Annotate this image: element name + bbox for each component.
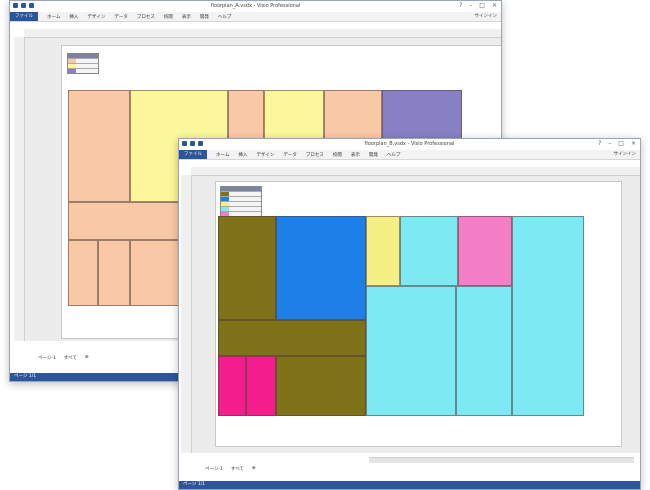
- tab-file[interactable]: ファイル: [179, 150, 207, 159]
- add-page-icon[interactable]: ⊕: [85, 355, 89, 361]
- minimize-icon[interactable]: –: [608, 140, 611, 147]
- room-peach-corridor[interactable]: [68, 202, 180, 240]
- room-olive[interactable]: [276, 356, 366, 416]
- legend-row: [221, 191, 261, 196]
- tab-help[interactable]: ヘルプ: [387, 152, 401, 158]
- horizontal-ruler: [24, 29, 501, 38]
- sign-in-link[interactable]: サインイン: [475, 13, 498, 19]
- page-tabs: ページ-1 すべて ⊕: [205, 466, 256, 472]
- minimize-icon[interactable]: –: [469, 2, 472, 9]
- room-peach[interactable]: [98, 240, 130, 306]
- legend-row: [68, 68, 98, 73]
- ribbon-tabs: ファイル ホーム 挿入 デザイン データ プロセス 校閲 表示 開発 ヘルプ サ…: [179, 150, 640, 160]
- room-magenta[interactable]: [218, 356, 246, 416]
- ribbon-tabs: ファイル ホーム 挿入 デザイン データ プロセス 校閲 表示 開発 ヘルプ サ…: [10, 12, 501, 22]
- maximize-icon[interactable]: □: [479, 2, 485, 9]
- room-peach[interactable]: [130, 240, 180, 306]
- tab-review[interactable]: 校閲: [164, 14, 173, 20]
- front-window: floorplan_B.vsdx - Visio Professional ? …: [178, 138, 641, 490]
- window-title: floorplan_A.vsdx - Visio Professional: [210, 3, 301, 9]
- room-cyan[interactable]: [400, 216, 458, 286]
- close-icon[interactable]: ×: [492, 2, 497, 9]
- room-olive[interactable]: [218, 216, 276, 320]
- window-controls: ? – □ ×: [598, 140, 636, 147]
- tab-help[interactable]: ヘルプ: [218, 14, 232, 20]
- add-page-icon[interactable]: ⊕: [252, 466, 256, 472]
- legend-row: [221, 206, 261, 211]
- room-blue[interactable]: [276, 216, 366, 320]
- tab-page-1[interactable]: ページ-1: [38, 355, 56, 361]
- tab-data[interactable]: データ: [114, 14, 128, 20]
- legend-row: [68, 58, 98, 63]
- tab-insert[interactable]: 挿入: [69, 14, 78, 20]
- tab-design[interactable]: デザイン: [256, 152, 274, 158]
- window-title: floorplan_B.vsdx - Visio Professional: [364, 141, 455, 147]
- tab-home[interactable]: ホーム: [216, 152, 229, 158]
- legend: [67, 53, 99, 74]
- tab-process[interactable]: プロセス: [306, 152, 324, 158]
- room-magenta[interactable]: [246, 356, 276, 416]
- title-bar: floorplan_B.vsdx - Visio Professional ? …: [179, 139, 640, 150]
- tab-insert[interactable]: 挿入: [238, 152, 247, 158]
- window-controls: ? – □ ×: [459, 2, 497, 9]
- tab-design[interactable]: デザイン: [87, 14, 105, 20]
- drawing-page: [215, 181, 622, 447]
- maximize-icon[interactable]: □: [618, 140, 624, 147]
- tab-data[interactable]: データ: [283, 152, 297, 158]
- vertical-ruler: [181, 175, 192, 453]
- tab-all-pages[interactable]: すべて: [64, 355, 77, 361]
- room-peach[interactable]: [68, 240, 98, 306]
- tab-developer[interactable]: 開発: [369, 152, 378, 158]
- room-lightyellow[interactable]: [366, 216, 400, 286]
- tab-home[interactable]: ホーム: [47, 14, 60, 20]
- vertical-ruler: [14, 37, 25, 341]
- help-icon[interactable]: ?: [598, 140, 601, 147]
- room-pink[interactable]: [458, 216, 512, 286]
- tab-all-pages[interactable]: すべて: [231, 466, 244, 472]
- tab-page-1[interactable]: ページ-1: [205, 466, 223, 472]
- help-icon[interactable]: ?: [459, 2, 462, 9]
- status-text: ページ 1/1: [14, 374, 37, 379]
- status-text: ページ 1/1: [183, 482, 206, 487]
- room-cyan[interactable]: [456, 286, 512, 416]
- tab-view[interactable]: 表示: [182, 14, 191, 20]
- tab-process[interactable]: プロセス: [137, 14, 155, 20]
- tab-view[interactable]: 表示: [351, 152, 360, 158]
- tab-review[interactable]: 校閲: [333, 152, 342, 158]
- room-cyan[interactable]: [512, 216, 584, 416]
- title-bar: floorplan_A.vsdx - Visio Professional ? …: [10, 1, 501, 12]
- tab-developer[interactable]: 開発: [200, 14, 209, 20]
- legend-row: [221, 196, 261, 201]
- horizontal-ruler: [191, 167, 640, 176]
- drawing-canvas[interactable]: [192, 176, 640, 453]
- page-tabs: ページ-1 すべて ⊕: [38, 355, 89, 361]
- legend-row: [68, 63, 98, 68]
- room-olive-corridor[interactable]: [218, 320, 366, 356]
- horizontal-scrollbar[interactable]: [369, 457, 634, 463]
- tab-file[interactable]: ファイル: [10, 12, 38, 21]
- close-icon[interactable]: ×: [631, 140, 636, 147]
- room-peach[interactable]: [68, 90, 130, 202]
- legend-row: [221, 201, 261, 206]
- sign-in-link[interactable]: サインイン: [614, 151, 637, 157]
- room-cyan[interactable]: [366, 286, 456, 416]
